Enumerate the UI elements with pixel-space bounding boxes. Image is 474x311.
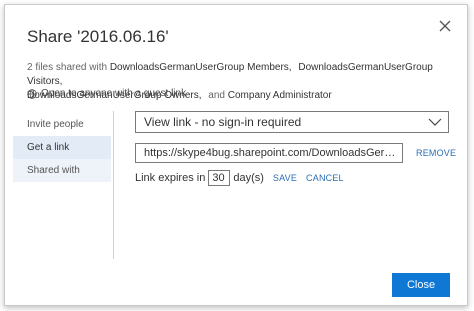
shared-and: and: [208, 90, 225, 101]
cancel-button[interactable]: CANCEL: [306, 173, 344, 183]
sidebar-item-invite-people[interactable]: Invite people: [13, 113, 111, 136]
share-sidebar: Invite people Get a link Shared with: [13, 113, 111, 182]
share-link-url: https://skype4bug.sharepoint.com/Downloa…: [144, 147, 403, 159]
expires-suffix-label: day(s): [233, 172, 264, 184]
link-type-dropdown[interactable]: View link - no sign-in required: [135, 111, 449, 133]
shared-prefix: 2 files shared with: [27, 62, 108, 73]
chevron-down-icon: [428, 118, 442, 126]
close-button[interactable]: Close: [392, 273, 450, 297]
link-type-selected: View link - no sign-in required: [144, 115, 302, 129]
remove-link-button[interactable]: REMOVE: [416, 148, 456, 158]
shared-group-members: DownloadsGermanUserGroup Members,: [109, 62, 292, 73]
sidebar-item-get-a-link[interactable]: Get a link: [13, 136, 111, 159]
sidebar-divider: [113, 111, 114, 259]
share-link-url-field[interactable]: https://skype4bug.sharepoint.com/Downloa…: [135, 143, 403, 163]
sidebar-item-label: Invite people: [27, 119, 84, 130]
save-button[interactable]: SAVE: [273, 173, 297, 183]
sidebar-item-label: Get a link: [27, 142, 70, 153]
share-dialog: Share '2016.06.16' 2 files shared with D…: [4, 4, 468, 306]
expires-prefix-label: Link expires in: [135, 172, 206, 184]
dialog-title: Share '2016.06.16': [27, 27, 169, 46]
expiry-days-input[interactable]: [208, 170, 231, 186]
link-expiry-row: Link expires in day(s) SAVE CANCEL: [135, 169, 344, 187]
sidebar-item-label: Shared with: [27, 165, 80, 176]
close-icon[interactable]: [437, 18, 453, 34]
guest-link-text: Open to anyone with a guest link: [41, 88, 187, 99]
sidebar-item-shared-with[interactable]: Shared with: [13, 159, 111, 182]
guest-link-status: Open to anyone with a guest link: [27, 88, 186, 99]
shared-company-admin: Company Administrator: [227, 90, 332, 101]
globe-icon: [27, 88, 37, 99]
